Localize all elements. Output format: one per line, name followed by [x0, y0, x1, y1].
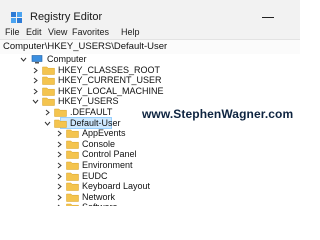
tree-node-hkcu[interactable]: HKEY_CURRENT_USER — [0, 75, 162, 86]
tree-label-console: Console — [82, 138, 116, 149]
address-text[interactable]: Computer\HKEY_USERS\Default-User — [3, 41, 167, 52]
registry-editor-icon — [11, 12, 22, 23]
chevron-right-icon[interactable] — [56, 130, 63, 137]
tree-label-hku: HKEY_USERS — [58, 96, 119, 107]
chevron-right-icon[interactable] — [32, 77, 39, 84]
folder-icon — [66, 172, 79, 181]
tree-node-hkcr[interactable]: HKEY_CLASSES_ROOT — [0, 65, 160, 76]
tree-label-environment: Environment — [82, 160, 133, 170]
menu-edit[interactable]: Edit — [26, 27, 42, 37]
menu-view[interactable]: View — [48, 27, 67, 37]
folder-icon — [42, 66, 55, 75]
tree-node-hku[interactable]: HKEY_USERS — [0, 96, 160, 107]
folder-icon — [66, 140, 79, 149]
watermark-text: www.StephenWagner.com — [142, 107, 294, 121]
tree-node-appevents[interactable]: AppEvents — [0, 128, 140, 139]
tree-label-computer: Computer — [47, 54, 87, 64]
menu-help[interactable]: Help — [121, 27, 140, 37]
folder-icon — [66, 161, 79, 170]
folder-open-icon — [54, 119, 67, 128]
chevron-right-icon[interactable] — [32, 67, 39, 74]
tree-node-control-panel[interactable]: Control Panel — [0, 149, 140, 160]
folder-icon — [66, 151, 79, 160]
tree-label-control-panel: Control Panel — [82, 149, 137, 160]
window-title: Registry Editor — [30, 11, 103, 23]
computer-icon — [31, 55, 43, 64]
tree-label-hkcu: HKEY_CURRENT_USER — [58, 75, 162, 86]
tree-node-eudc[interactable]: EUDC — [0, 171, 140, 182]
tree-label-hklm: HKEY_LOCAL_MACHINE — [58, 85, 164, 96]
tree-label-default: .DEFAULT — [70, 107, 113, 117]
chevron-right-icon[interactable] — [44, 109, 51, 116]
tree-label-default-user: Default-User — [70, 117, 121, 128]
folder-icon — [42, 76, 55, 85]
folder-icon — [42, 87, 55, 96]
tree-label-eudc: EUDC — [82, 170, 108, 181]
registry-tree-lower — [0, 183, 300, 206]
tree-node-environment[interactable]: Environment — [0, 160, 140, 171]
tree-node-default-user[interactable]: Default-User — [0, 118, 140, 129]
chevron-right-icon[interactable] — [56, 141, 63, 148]
minimize-icon[interactable] — [262, 17, 274, 18]
tree-label-hkcr: HKEY_CLASSES_ROOT — [58, 64, 161, 75]
chevron-down-icon[interactable] — [32, 98, 39, 105]
tree-node-computer[interactable]: Computer — [0, 54, 120, 65]
chevron-down-icon[interactable] — [44, 120, 51, 127]
menu-bar: File Edit View Favorites Help — [0, 25, 300, 39]
chevron-right-icon[interactable] — [56, 162, 63, 169]
folder-open-icon — [42, 98, 55, 107]
tree-node-hklm[interactable]: HKEY_LOCAL_MACHINE — [0, 86, 170, 97]
menu-favorites[interactable]: Favorites — [72, 27, 109, 37]
menu-file[interactable]: File — [5, 27, 20, 37]
chevron-right-icon[interactable] — [32, 88, 39, 95]
tree-label-appevents: AppEvents — [82, 128, 126, 139]
registry-editor-window: Registry Editor File Edit View Favorites… — [0, 0, 300, 206]
chevron-right-icon[interactable] — [56, 151, 63, 158]
chevron-down-icon[interactable] — [20, 56, 27, 63]
folder-icon — [66, 129, 79, 138]
address-bar[interactable]: Computer\HKEY_USERS\Default-User — [0, 39, 300, 55]
tree-node-console[interactable]: Console — [0, 139, 140, 150]
chevron-right-icon[interactable] — [56, 173, 63, 180]
